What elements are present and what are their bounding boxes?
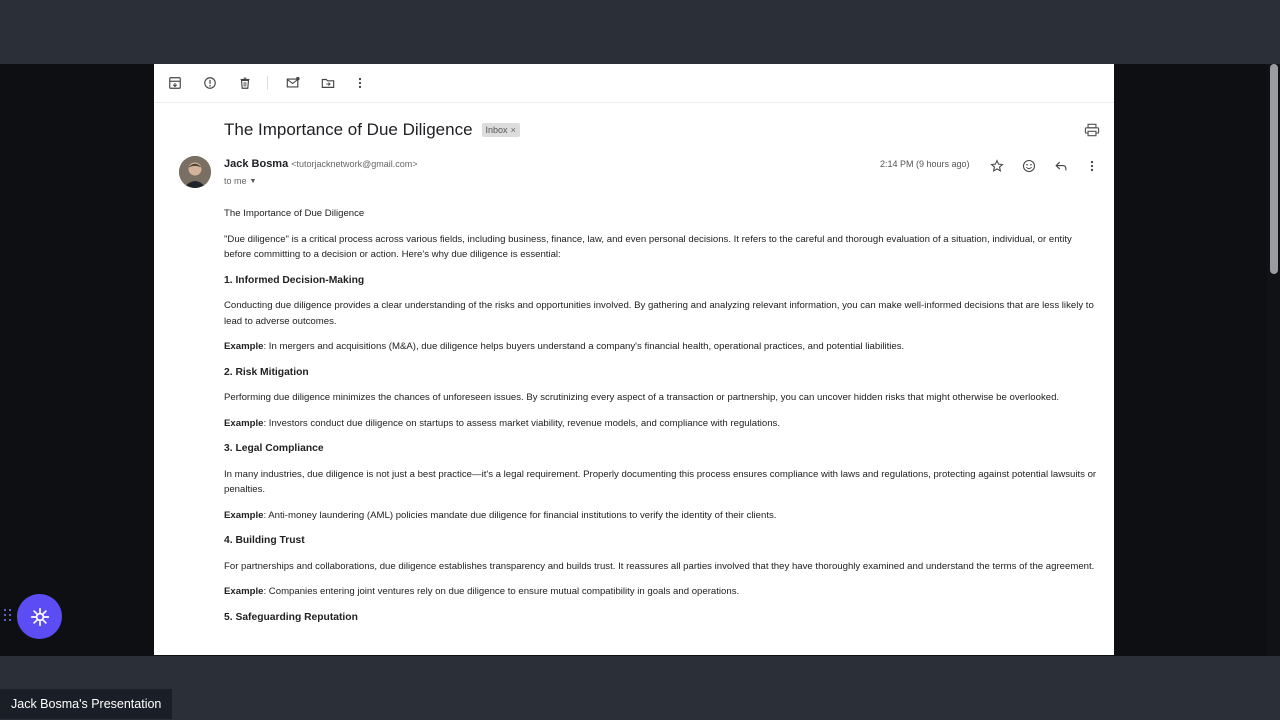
print-icon[interactable]	[1084, 123, 1102, 139]
sparkle-icon	[30, 607, 49, 626]
more-vert-icon[interactable]	[349, 74, 371, 92]
star-icon[interactable]	[988, 157, 1006, 175]
scrollbar-thumb[interactable]	[1270, 64, 1278, 274]
section-example: Example: Investors conduct due diligence…	[224, 416, 1099, 432]
recipient-dropdown[interactable]: to me ▼	[224, 176, 256, 186]
recipient-text: to me	[224, 176, 247, 186]
example-text: : Companies entering joint ventures rely…	[263, 586, 740, 597]
section-example: Example: Anti-money laundering (AML) pol…	[224, 508, 1099, 524]
email-subject: The Importance of Due Diligence	[224, 120, 473, 139]
section-example: Example: Companies entering joint ventur…	[224, 584, 1099, 600]
inbox-label-badge: Inbox ×	[481, 123, 520, 137]
drag-handle-icon[interactable]	[4, 609, 12, 623]
example-text: : In mergers and acquisitions (M&A), due…	[263, 341, 905, 352]
inbox-label-text: Inbox	[485, 125, 508, 135]
emoji-icon[interactable]	[1020, 157, 1038, 175]
example-label: Example	[224, 417, 264, 429]
section-example: Example: In mergers and acquisitions (M&…	[224, 339, 1099, 355]
section-paragraph: For partnerships and collaborations, due…	[224, 560, 1095, 572]
section-paragraph: Performing due diligence minimizes the c…	[224, 392, 1060, 403]
sender-name[interactable]: Jack Bosma	[224, 158, 288, 170]
example-text: : Investors conduct due diligence on sta…	[263, 417, 781, 429]
archive-icon[interactable]	[164, 74, 186, 92]
email-toolbar	[154, 64, 1114, 103]
example-label: Example	[224, 509, 264, 521]
meeting-top-bar	[0, 0, 1280, 64]
section-heading: 2. Risk Mitigation	[224, 366, 309, 378]
example-text: : Anti-money laundering (AML) policies m…	[263, 509, 777, 521]
sender-line: Jack Bosma <tutorjacknetwork@gmail.com>	[224, 158, 417, 170]
report-spam-icon[interactable]	[199, 74, 221, 92]
chevron-down-icon: ▼	[249, 177, 257, 185]
delete-icon[interactable]	[234, 74, 256, 92]
presentation-label: Jack Bosma's Presentation	[0, 689, 173, 719]
section-heading: 1. Informed Decision-Making	[224, 274, 365, 286]
email-body: The Importance of Due Diligence "Due dil…	[224, 206, 1099, 635]
section-paragraph: Conducting due diligence provides a clea…	[224, 300, 1094, 327]
section-paragraph: In many industries, due diligence is not…	[224, 468, 1097, 496]
section-heading: 4. Building Trust	[224, 535, 305, 546]
move-to-icon[interactable]	[317, 74, 339, 92]
body-intro-title: The Importance of Due Diligence	[224, 208, 365, 219]
more-vert-icon[interactable]	[1083, 157, 1101, 175]
email-subject-line: The Importance of Due Diligence Inbox ×	[224, 120, 520, 140]
body-intro-paragraph: "Due diligence" is a critical process ac…	[224, 233, 1072, 261]
example-label: Example	[224, 341, 264, 352]
shared-screen-email: The Importance of Due Diligence Inbox × …	[154, 64, 1114, 655]
toolbar-divider	[267, 76, 268, 90]
section-heading: 5. Safeguarding Reputation	[224, 611, 358, 623]
reply-icon[interactable]	[1052, 157, 1070, 175]
mark-unread-icon[interactable]	[282, 74, 304, 92]
remove-label-icon[interactable]: ×	[511, 125, 516, 135]
sender-email: <tutorjacknetwork@gmail.com>	[291, 159, 418, 169]
meeting-bottom-bar	[0, 656, 1280, 720]
presentation-control-button[interactable]	[17, 594, 62, 639]
email-timestamp: 2:14 PM (9 hours ago)	[880, 159, 970, 169]
section-heading: 3. Legal Compliance	[224, 443, 324, 454]
sender-avatar[interactable]	[179, 156, 211, 188]
example-label: Example	[224, 586, 264, 597]
